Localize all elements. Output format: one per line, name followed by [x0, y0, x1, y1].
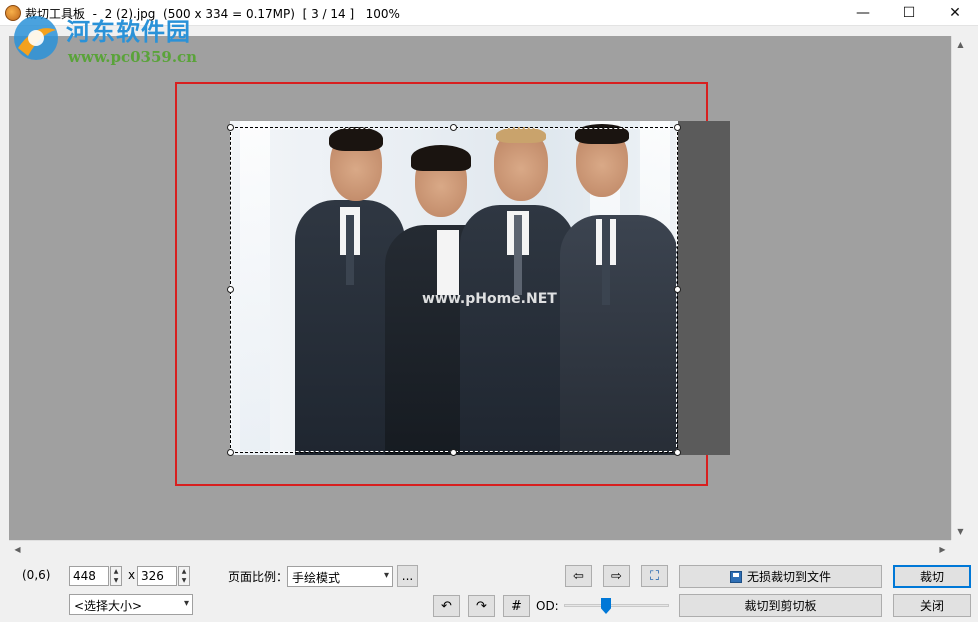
stepper-up-icon[interactable]: ▲ [111, 567, 121, 576]
fit-frame-icon: ⛶ [649, 568, 660, 584]
chevron-down-icon: ▾ [383, 570, 389, 581]
scroll-up-icon[interactable]: ▲ [952, 36, 969, 53]
ratio-select[interactable]: 手绘模式 ▾ [287, 566, 393, 587]
crop-handle-bottom[interactable] [450, 449, 457, 456]
window-title: 裁切工具板 - 2 (2).jpg (500 x 334 = 0.17MP) [… [25, 7, 400, 21]
size-preset-select[interactable]: <选择大小> ▾ [69, 594, 193, 615]
grid-toggle-button[interactable]: # [503, 595, 530, 617]
fit-selection-button[interactable]: ⛶ [641, 565, 668, 587]
rotate-right-icon: ↷ [476, 598, 487, 614]
close-button[interactable]: 关闭 [893, 594, 971, 617]
vertical-scrollbar[interactable]: ▲ ▼ [951, 36, 968, 540]
grid-icon: # [511, 598, 522, 614]
ratio-label: 页面比例： [228, 570, 289, 584]
minimize-button[interactable]: — [840, 0, 886, 26]
crop-handle-bottom-left[interactable] [227, 449, 234, 456]
crop-button[interactable]: 裁切 [893, 565, 971, 588]
scroll-left-icon[interactable]: ◀ [9, 541, 26, 558]
scroll-corner [951, 540, 968, 557]
crop-height-input[interactable]: 326 [137, 566, 177, 586]
save-icon [729, 570, 742, 583]
crop-handle-bottom-right[interactable] [674, 449, 681, 456]
maximize-button[interactable]: ☐ [886, 0, 932, 26]
stepper-down-icon[interactable]: ▼ [111, 576, 121, 585]
previous-image-button[interactable]: ⇦ [565, 565, 592, 587]
crop-width-input[interactable]: 448 [69, 566, 109, 586]
chevron-down-icon: ▾ [183, 598, 189, 609]
crop-handle-top-left[interactable] [227, 124, 234, 131]
scroll-down-icon[interactable]: ▼ [952, 523, 969, 540]
rotate-right-button[interactable]: ↷ [468, 595, 495, 617]
crop-handle-left[interactable] [227, 286, 234, 293]
od-label: OD: [536, 599, 559, 613]
stepper-up-icon[interactable]: ▲ [179, 567, 189, 576]
crop-selection[interactable] [230, 127, 678, 453]
height-stepper[interactable]: ▲ ▼ [178, 566, 190, 586]
od-slider-thumb[interactable] [601, 598, 611, 614]
stepper-down-icon[interactable]: ▼ [179, 576, 189, 585]
title-bar: 裁切工具板 - 2 (2).jpg (500 x 334 = 0.17MP) [… [0, 0, 978, 26]
outside-crop-shade [678, 121, 730, 455]
cursor-coordinates: (0,6) [22, 568, 51, 582]
lossless-crop-to-file-button[interactable]: 无损裁切到文件 [679, 565, 882, 588]
crop-to-clipboard-button[interactable]: 裁切到剪切板 [679, 594, 882, 617]
next-image-button[interactable]: ⇨ [603, 565, 630, 587]
rotate-left-button[interactable]: ↶ [433, 595, 460, 617]
ratio-value: 手绘模式 [292, 571, 341, 585]
crop-handle-right[interactable] [674, 286, 681, 293]
od-slider[interactable] [564, 604, 669, 607]
horizontal-scrollbar[interactable]: ◀ ▶ [9, 540, 951, 557]
rotate-left-icon: ↶ [441, 598, 452, 614]
arrow-right-icon: ⇨ [611, 568, 622, 584]
size-separator: x [128, 568, 136, 582]
close-window-button[interactable]: ✕ [932, 0, 978, 26]
width-stepper[interactable]: ▲ ▼ [110, 566, 122, 586]
ratio-more-button[interactable]: ... [397, 565, 418, 587]
crop-handle-top[interactable] [450, 124, 457, 131]
arrow-left-icon: ⇦ [573, 568, 584, 584]
crop-handle-top-right[interactable] [674, 124, 681, 131]
scroll-right-icon[interactable]: ▶ [934, 541, 951, 558]
size-preset-value: <选择大小> [74, 599, 143, 613]
app-icon [5, 5, 21, 21]
lossless-crop-label: 无损裁切到文件 [746, 570, 831, 584]
